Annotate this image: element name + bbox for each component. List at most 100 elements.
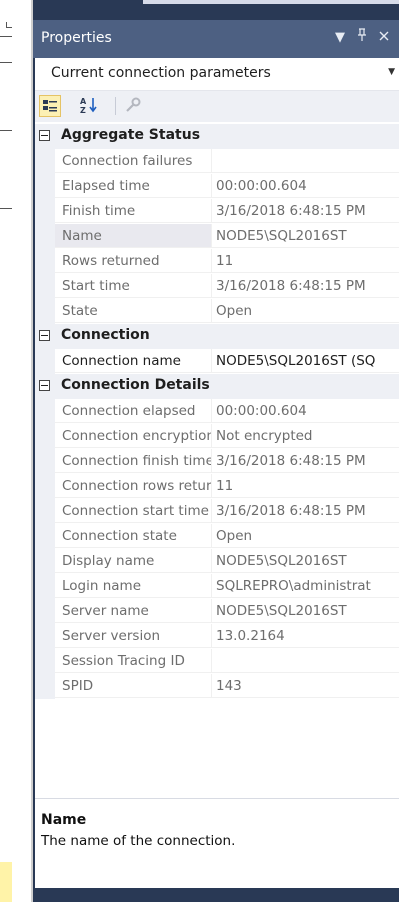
properties-toolbar: A Z: [35, 91, 399, 122]
property-value: NODE5\SQL2016ST: [212, 599, 399, 623]
property-value: SQLREPRO\administrat: [212, 574, 399, 598]
property-row[interactable]: Connection rows returned11: [35, 474, 399, 499]
property-value: [212, 149, 399, 173]
property-name: Connection start time: [55, 499, 212, 523]
property-row[interactable]: SPID 143: [35, 674, 399, 699]
alphabetical-icon[interactable]: A Z: [79, 95, 101, 117]
property-row[interactable]: Login name SQLREPRO\administrat: [35, 574, 399, 599]
property-value: Open: [212, 524, 399, 548]
editor-mark: [6, 22, 12, 28]
property-value[interactable]: NODE5\SQL2016ST (SQ: [212, 349, 399, 373]
property-value: [212, 649, 399, 673]
properties-window: Properties ▼ Current connection paramete…: [33, 0, 399, 902]
object-selector-combo[interactable]: Current connection parameters ▼: [35, 58, 399, 91]
collapse-icon[interactable]: [39, 380, 50, 391]
property-row[interactable]: Finish time 3/16/2018 6:48:15 PM: [35, 199, 399, 224]
property-row[interactable]: Connection failures: [35, 149, 399, 174]
property-name: Start time: [55, 274, 212, 298]
property-value: 11: [212, 474, 399, 498]
property-name: SPID: [55, 674, 212, 698]
properties-panel: Current connection parameters ▼ A Z Aggr…: [35, 58, 399, 888]
property-value: Open: [212, 299, 399, 323]
property-value: NODE5\SQL2016ST: [212, 224, 399, 248]
property-value: 00:00:00.604: [212, 174, 399, 198]
property-name: Server version: [55, 624, 212, 648]
editor-highlight: [0, 862, 12, 902]
category-aggregate-status[interactable]: Aggregate Status: [35, 124, 399, 149]
collapse-icon[interactable]: [39, 330, 50, 341]
property-name: State: [55, 299, 212, 323]
property-name: Connection finish time: [55, 449, 212, 473]
property-row[interactable]: Connection state Open: [35, 524, 399, 549]
description-title: Name: [41, 812, 87, 828]
property-row[interactable]: Display name NODE5\SQL2016ST: [35, 549, 399, 574]
description-text: The name of the connection.: [41, 833, 236, 849]
property-row[interactable]: Start time 3/16/2018 6:48:15 PM: [35, 274, 399, 299]
properties-titlebar[interactable]: Properties ▼: [33, 20, 399, 58]
property-name: Session Tracing ID: [55, 649, 212, 673]
category-connection-details[interactable]: Connection Details: [35, 374, 399, 399]
pin-icon[interactable]: [353, 28, 371, 48]
property-row[interactable]: Server name NODE5\SQL2016ST: [35, 599, 399, 624]
svg-text:Z: Z: [80, 106, 86, 115]
property-row[interactable]: Rows returned 11: [35, 249, 399, 274]
collapse-icon[interactable]: [39, 130, 50, 141]
object-selector-value: Current connection parameters: [51, 65, 271, 81]
editor-tick: [0, 62, 12, 63]
toolbar-separator: [115, 97, 116, 115]
property-value: 143: [212, 674, 399, 698]
property-name: Elapsed time: [55, 174, 212, 198]
property-name: Display name: [55, 549, 212, 573]
description-splitter[interactable]: [35, 798, 399, 799]
property-name: Rows returned: [55, 249, 212, 273]
property-value: 11: [212, 249, 399, 273]
property-row[interactable]: Connection finish time 3/16/2018 6:48:15 …: [35, 449, 399, 474]
background-editor-strip: [0, 0, 33, 902]
property-grid: Aggregate Status Connection failures Ela…: [35, 124, 399, 699]
svg-text:A: A: [80, 97, 87, 106]
window-frame-bottom: [33, 888, 399, 902]
property-row[interactable]: Connection elapsed 00:00:00.604: [35, 399, 399, 424]
close-icon[interactable]: [375, 28, 393, 48]
property-row[interactable]: Connection name NODE5\SQL2016ST (SQ: [35, 349, 399, 374]
property-row[interactable]: State Open: [35, 299, 399, 324]
property-value: NODE5\SQL2016ST: [212, 549, 399, 573]
categorized-icon[interactable]: [39, 95, 61, 117]
editor-tick: [0, 130, 12, 131]
window-title: Properties: [41, 30, 112, 46]
property-pages-icon[interactable]: [123, 95, 145, 117]
property-name: Connection failures: [55, 149, 212, 173]
editor-tick: [0, 36, 12, 37]
property-value: 3/16/2018 6:48:15 PM: [212, 449, 399, 473]
property-name: Connection state: [55, 524, 212, 548]
property-name: Finish time: [55, 199, 212, 223]
property-name: Connection elapsed: [55, 399, 212, 423]
property-name: Connection rows returned: [55, 474, 212, 498]
property-row-selected[interactable]: Name NODE5\SQL2016ST: [35, 224, 399, 249]
window-frame-top: [33, 0, 399, 20]
property-row[interactable]: Server version 13.0.2164: [35, 624, 399, 649]
category-label: Connection: [61, 327, 150, 343]
property-value: 13.0.2164: [212, 624, 399, 648]
property-name: Name: [55, 224, 212, 248]
property-value: 3/16/2018 6:48:15 PM: [212, 499, 399, 523]
property-name: Connection name: [55, 349, 212, 373]
property-value: 3/16/2018 6:48:15 PM: [212, 199, 399, 223]
property-row[interactable]: Connection encryption Not encrypted: [35, 424, 399, 449]
property-name: Connection encryption: [55, 424, 212, 448]
category-label: Connection Details: [61, 377, 210, 393]
property-row[interactable]: Session Tracing ID: [35, 649, 399, 674]
property-name: Server name: [55, 599, 212, 623]
dropdown-arrow-icon[interactable]: ▼: [331, 28, 349, 48]
property-row[interactable]: Connection start time 3/16/2018 6:48:15 P…: [35, 499, 399, 524]
property-row[interactable]: Elapsed time 00:00:00.604: [35, 174, 399, 199]
property-value: 3/16/2018 6:48:15 PM: [212, 274, 399, 298]
editor-tick: [0, 208, 12, 209]
background-sliver: [143, 0, 399, 4]
property-value: 00:00:00.604: [212, 399, 399, 423]
category-label: Aggregate Status: [61, 127, 201, 143]
category-connection[interactable]: Connection: [35, 324, 399, 349]
property-value: Not encrypted: [212, 424, 399, 448]
chevron-down-icon[interactable]: ▼: [388, 67, 395, 77]
property-name: Login name: [55, 574, 212, 598]
